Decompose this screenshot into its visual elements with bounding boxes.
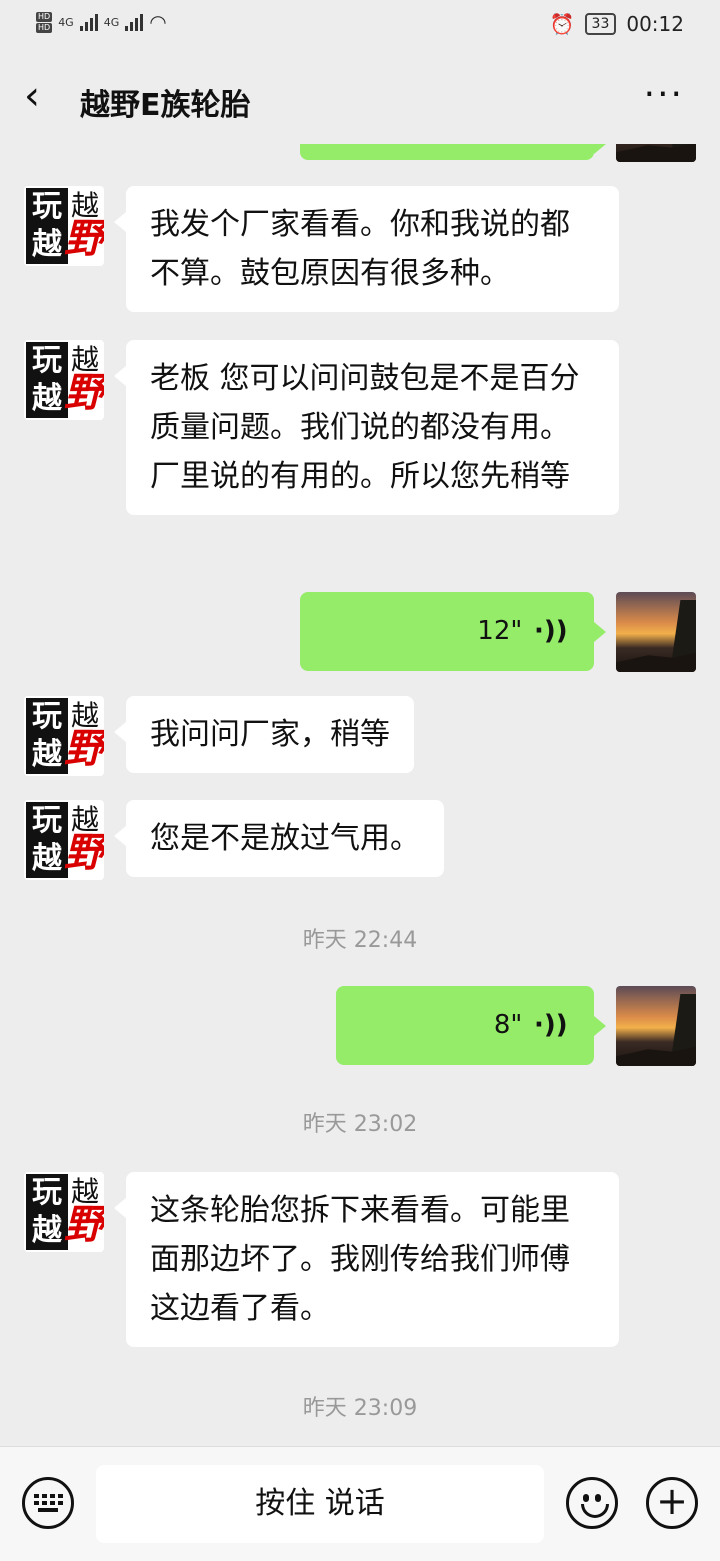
- message-bubble[interactable]: 您是不是放过气用。: [114, 800, 444, 877]
- input-bar: 按住 说话 +: [0, 1446, 720, 1561]
- clock: 00:12: [626, 12, 684, 36]
- contact-avatar[interactable]: 玩 越 越 野: [24, 186, 104, 266]
- plus-icon[interactable]: +: [646, 1477, 698, 1529]
- status-right: ⏰ 33 00:12: [550, 12, 684, 36]
- emoji-icon[interactable]: [566, 1477, 618, 1529]
- voice-wave-icon: ((·: [534, 616, 568, 646]
- self-avatar[interactable]: [616, 592, 696, 672]
- contact-avatar[interactable]: 玩 越 越 野: [24, 800, 104, 880]
- timestamp: 昨天 23:09: [302, 1396, 418, 1421]
- wifi-icon: ◠: [149, 10, 167, 34]
- self-avatar[interactable]: [616, 986, 696, 1066]
- keyboard-icon[interactable]: [22, 1477, 74, 1529]
- message-bubble[interactable]: 老板 您可以问问鼓包是不是百分质量问题。我们说的都没有用。厂里说的有用的。所以您…: [114, 340, 619, 515]
- signal-icon: [125, 13, 144, 31]
- more-dots-icon[interactable]: ···: [644, 74, 684, 115]
- message-bubble-partial[interactable]: [300, 144, 606, 160]
- hold-to-talk-button[interactable]: 按住 说话: [96, 1465, 544, 1543]
- message-list[interactable]: 玩 越 越 野 我发个厂家看看。你和我说的都不算。鼓包原因有很多种。 玩 越 越…: [0, 144, 720, 1446]
- network-label-2: 4G: [103, 15, 120, 29]
- chevron-left-icon[interactable]: ‹: [24, 76, 40, 116]
- contact-avatar[interactable]: 玩 越 越 野: [24, 340, 104, 420]
- contact-avatar[interactable]: 玩 越 越 野: [24, 1172, 104, 1252]
- status-left: HD HD 4G 4G ◠: [36, 10, 167, 34]
- voice-duration: 12": [477, 616, 523, 646]
- voice-wave-icon: ((·: [534, 1010, 568, 1040]
- status-bar: HD HD 4G 4G ◠ ⏰ 33 00:12: [0, 0, 720, 52]
- alarm-icon: ⏰: [549, 12, 575, 36]
- timestamp: 昨天 23:02: [302, 1112, 418, 1137]
- battery-indicator: 33: [584, 13, 617, 35]
- contact-avatar[interactable]: 玩 越 越 野: [24, 696, 104, 776]
- self-avatar[interactable]: [616, 144, 696, 162]
- message-bubble[interactable]: 这条轮胎您拆下来看看。可能里面那边坏了。我刚传给我们师傅这边看了看。: [114, 1172, 619, 1347]
- voice-duration: 8": [493, 1010, 523, 1040]
- chat-header: ‹ 越野E族轮胎 ···: [0, 52, 720, 144]
- voice-message-bubble[interactable]: 12" ((·: [300, 592, 606, 671]
- hd-badge: HD HD: [36, 11, 53, 33]
- timestamp: 昨天 22:44: [302, 928, 418, 953]
- signal-icon: [79, 13, 98, 31]
- message-bubble[interactable]: 我发个厂家看看。你和我说的都不算。鼓包原因有很多种。: [114, 186, 619, 312]
- chat-title: 越野E族轮胎: [80, 88, 251, 123]
- network-label-1: 4G: [58, 15, 74, 29]
- message-bubble[interactable]: 我问问厂家，稍等: [114, 696, 414, 773]
- voice-message-bubble[interactable]: 8" ((·: [336, 986, 606, 1065]
